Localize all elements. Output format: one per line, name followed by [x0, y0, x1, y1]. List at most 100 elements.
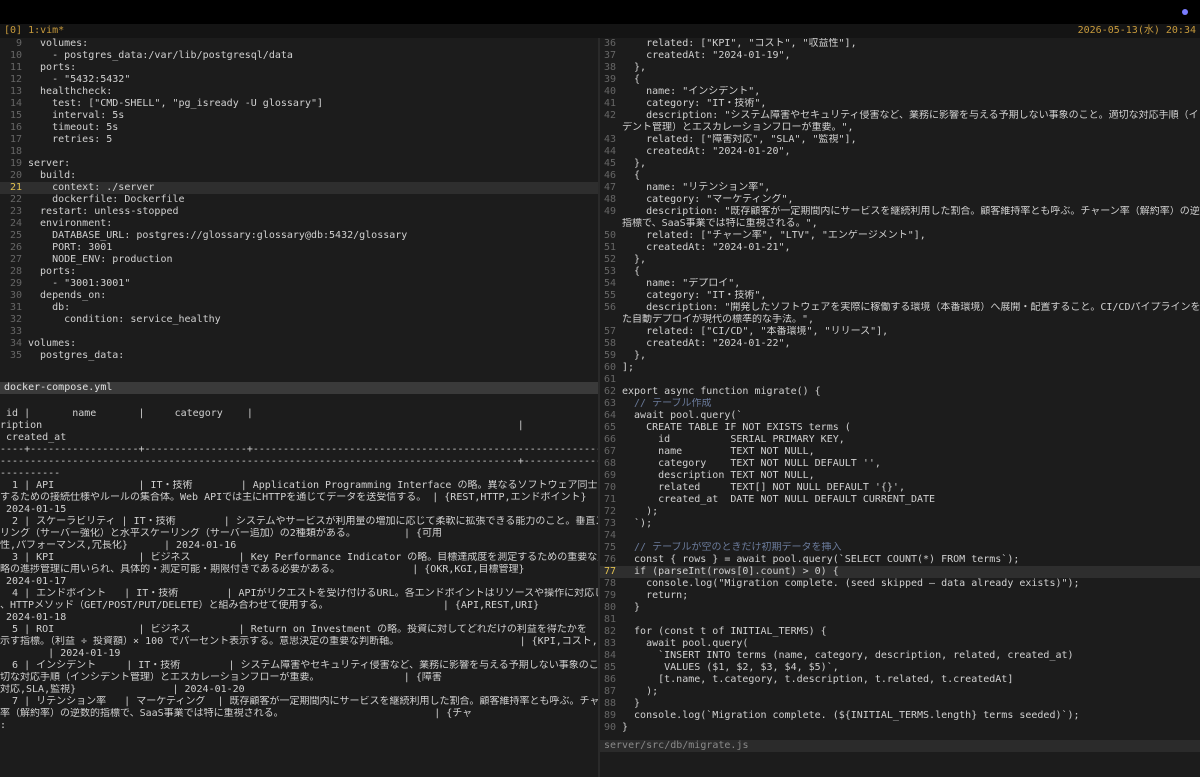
code-line[interactable]: 63 // テーブル作成	[600, 398, 1200, 410]
code-line[interactable]: 37 createdAt: "2024-01-19",	[600, 50, 1200, 62]
code-line[interactable]: 17 retries: 5	[0, 134, 598, 146]
psql-output-pane[interactable]: id | name | category | description	[0, 396, 598, 777]
code-line[interactable]: 45 },	[600, 158, 1200, 170]
code-line[interactable]: 52 },	[600, 254, 1200, 266]
code-line[interactable]: 31 db:	[0, 302, 598, 314]
code-line[interactable]: 73 `);	[600, 518, 1200, 530]
code-line[interactable]: 44 createdAt: "2024-01-20",	[600, 146, 1200, 158]
code-line[interactable]: 39 {	[600, 74, 1200, 86]
code-line[interactable]: 50 related: ["チャーン率", "LTV", "エンゲージメント"]…	[600, 230, 1200, 242]
line-text: description: "システム障害やセキュリティ侵害など、業務に影響を与え…	[622, 110, 1200, 121]
code-line[interactable]: 56 description: "開発したソフトウェアを実際に稼働する環境（本番…	[600, 302, 1200, 314]
code-line[interactable]: 22 dockerfile: Dockerfile	[0, 194, 598, 206]
psql-output-row: ----------	[0, 468, 61, 479]
code-line[interactable]: 68 category TEXT NOT NULL DEFAULT '',	[600, 458, 1200, 470]
code-line[interactable]: 34 volumes:	[0, 338, 598, 350]
code-line[interactable]: 77 if (parseInt(rows[0].count) > 0) {	[600, 566, 1200, 578]
tmux-window-label[interactable]: [0] 1:vim*	[4, 24, 64, 38]
code-line[interactable]: 60];	[600, 362, 1200, 374]
code-line[interactable]: 30 depends_on:	[0, 290, 598, 302]
code-line[interactable]: 12 - "5432:5432"	[0, 74, 598, 86]
line-text: ports:	[28, 62, 77, 73]
code-line[interactable]: 62 export async function migrate() {	[600, 386, 1200, 398]
code-line[interactable]: 54 name: "デプロイ",	[600, 278, 1200, 290]
code-line[interactable]: 11 ports:	[0, 62, 598, 74]
code-line[interactable]: 53 {	[600, 266, 1200, 278]
code-line[interactable]: 55 category: "IT・技術",	[600, 290, 1200, 302]
line-number: 53	[603, 266, 616, 277]
code-line[interactable]: 36 related: ["KPI", "コスト", "収益性"],	[600, 38, 1200, 50]
code-line[interactable]: 49 description: "既存顧客が一定期間内にサービスを継続利用した割…	[600, 206, 1200, 218]
code-line[interactable]: 16 timeout: 5s	[0, 122, 598, 134]
code-line[interactable]: 79 return;	[600, 590, 1200, 602]
code-line[interactable]: 86 [t.name, t.category, t.description, t…	[600, 674, 1200, 686]
code-line[interactable]: 21 context: ./server	[0, 182, 598, 194]
code-line[interactable]: 81	[600, 614, 1200, 626]
code-line[interactable]: 70 related TEXT[] NOT NULL DEFAULT '{}',	[600, 482, 1200, 494]
psql-output-row: 6 | インシデント | IT・技術 | システム障害やセキュリティ侵害など、業…	[0, 660, 598, 671]
code-line[interactable]: 43 related: ["障害対応", "SLA", "監視"],	[600, 134, 1200, 146]
code-line[interactable]: 66 id SERIAL PRIMARY KEY,	[600, 434, 1200, 446]
code-line[interactable]: 65 CREATE TABLE IF NOT EXISTS terms (	[600, 422, 1200, 434]
vim-pane-migrate-js[interactable]: 36 related: ["KPI", "コスト", "収益性"], 37 cre…	[600, 38, 1200, 738]
code-line[interactable]: 90}	[600, 722, 1200, 734]
code-line[interactable]: 84 `INSERT INTO terms (name, category, d…	[600, 650, 1200, 662]
code-line[interactable]: 89 console.log(`Migration complete. (${I…	[600, 710, 1200, 722]
code-line[interactable]: 78 console.log("Migration complete. (see…	[600, 578, 1200, 590]
code-line[interactable]: 26 PORT: 3001	[0, 242, 598, 254]
line-number: 23	[9, 206, 22, 217]
code-line[interactable]: た自動デプロイが現代の標準的な手法。",	[600, 314, 1200, 326]
code-line[interactable]: 80 }	[600, 602, 1200, 614]
code-line[interactable]: 23 restart: unless-stopped	[0, 206, 598, 218]
code-line[interactable]: 64 await pool.query(`	[600, 410, 1200, 422]
code-line[interactable]: 82 for (const t of INITIAL_TERMS) {	[600, 626, 1200, 638]
line-number: 90	[603, 722, 616, 733]
code-line[interactable]: 42 description: "システム障害やセキュリティ侵害など、業務に影響…	[600, 110, 1200, 122]
code-line[interactable]: 76 const { rows } = await pool.query(`SE…	[600, 554, 1200, 566]
code-line[interactable]: 33	[0, 326, 598, 338]
code-line[interactable]: 15 interval: 5s	[0, 110, 598, 122]
line-number: 37	[603, 50, 616, 61]
code-line[interactable]: 18	[0, 146, 598, 158]
code-line[interactable]: 指標で、SaaS事業では特に重視される。",	[600, 218, 1200, 230]
code-line[interactable]: 58 createdAt: "2024-01-22",	[600, 338, 1200, 350]
code-line[interactable]: 20 build:	[0, 170, 598, 182]
code-line[interactable]: 51 createdAt: "2024-01-21",	[600, 242, 1200, 254]
code-line[interactable]: 88 }	[600, 698, 1200, 710]
code-line[interactable]: 83 await pool.query(	[600, 638, 1200, 650]
code-line[interactable]: 57 related: ["CI/CD", "本番環境", "リリース"],	[600, 326, 1200, 338]
code-line[interactable]: 14 test: ["CMD-SHELL", "pg_isready -U gl…	[0, 98, 598, 110]
code-line[interactable]: 28 ports:	[0, 266, 598, 278]
code-line[interactable]: 29 - "3001:3001"	[0, 278, 598, 290]
code-line[interactable]: 59 },	[600, 350, 1200, 362]
code-line[interactable]: 74	[600, 530, 1200, 542]
code-line[interactable]: 24 environment:	[0, 218, 598, 230]
top-bar	[0, 0, 1200, 24]
code-line[interactable]: 67 name TEXT NOT NULL,	[600, 446, 1200, 458]
code-line[interactable]: 47 name: "リテンション率",	[600, 182, 1200, 194]
code-line[interactable]: 69 description TEXT NOT NULL,	[600, 470, 1200, 482]
vim-pane-docker-compose[interactable]: 9 volumes: 10 - postgres_data:/var/lib/po…	[0, 38, 598, 382]
code-line[interactable]: 41 category: "IT・技術",	[600, 98, 1200, 110]
code-line[interactable]: 85 VALUES ($1, $2, $3, $4, $5)`,	[600, 662, 1200, 674]
code-line[interactable]: 71 created_at DATE NOT NULL DEFAULT CURR…	[600, 494, 1200, 506]
code-line[interactable]: 25 DATABASE_URL: postgres://glossary:glo…	[0, 230, 598, 242]
code-line[interactable]: 87 );	[600, 686, 1200, 698]
code-line[interactable]: 72 );	[600, 506, 1200, 518]
code-line[interactable]: 48 category: "マーケティング",	[600, 194, 1200, 206]
code-line[interactable]: 75 // テーブルが空のときだけ初期データを挿入	[600, 542, 1200, 554]
code-line[interactable]: 32 condition: service_healthy	[0, 314, 598, 326]
code-line[interactable]: 46 {	[600, 170, 1200, 182]
code-line[interactable]: 38 },	[600, 62, 1200, 74]
line-text: category: "IT・技術",	[622, 98, 767, 109]
code-line[interactable]: 19 server:	[0, 158, 598, 170]
code-line[interactable]: 10 - postgres_data:/var/lib/postgresql/d…	[0, 50, 598, 62]
code-line[interactable]: 27 NODE_ENV: production	[0, 254, 598, 266]
code-line[interactable]: 9 volumes:	[0, 38, 598, 50]
line-number: 41	[603, 98, 616, 109]
code-line[interactable]: 61	[600, 374, 1200, 386]
code-line[interactable]: 13 healthcheck:	[0, 86, 598, 98]
code-line[interactable]: 40 name: "インシデント",	[600, 86, 1200, 98]
code-line[interactable]: 35 postgres_data:	[0, 350, 598, 362]
code-line[interactable]: デント管理）とエスカレーションフローが重要。",	[600, 122, 1200, 134]
